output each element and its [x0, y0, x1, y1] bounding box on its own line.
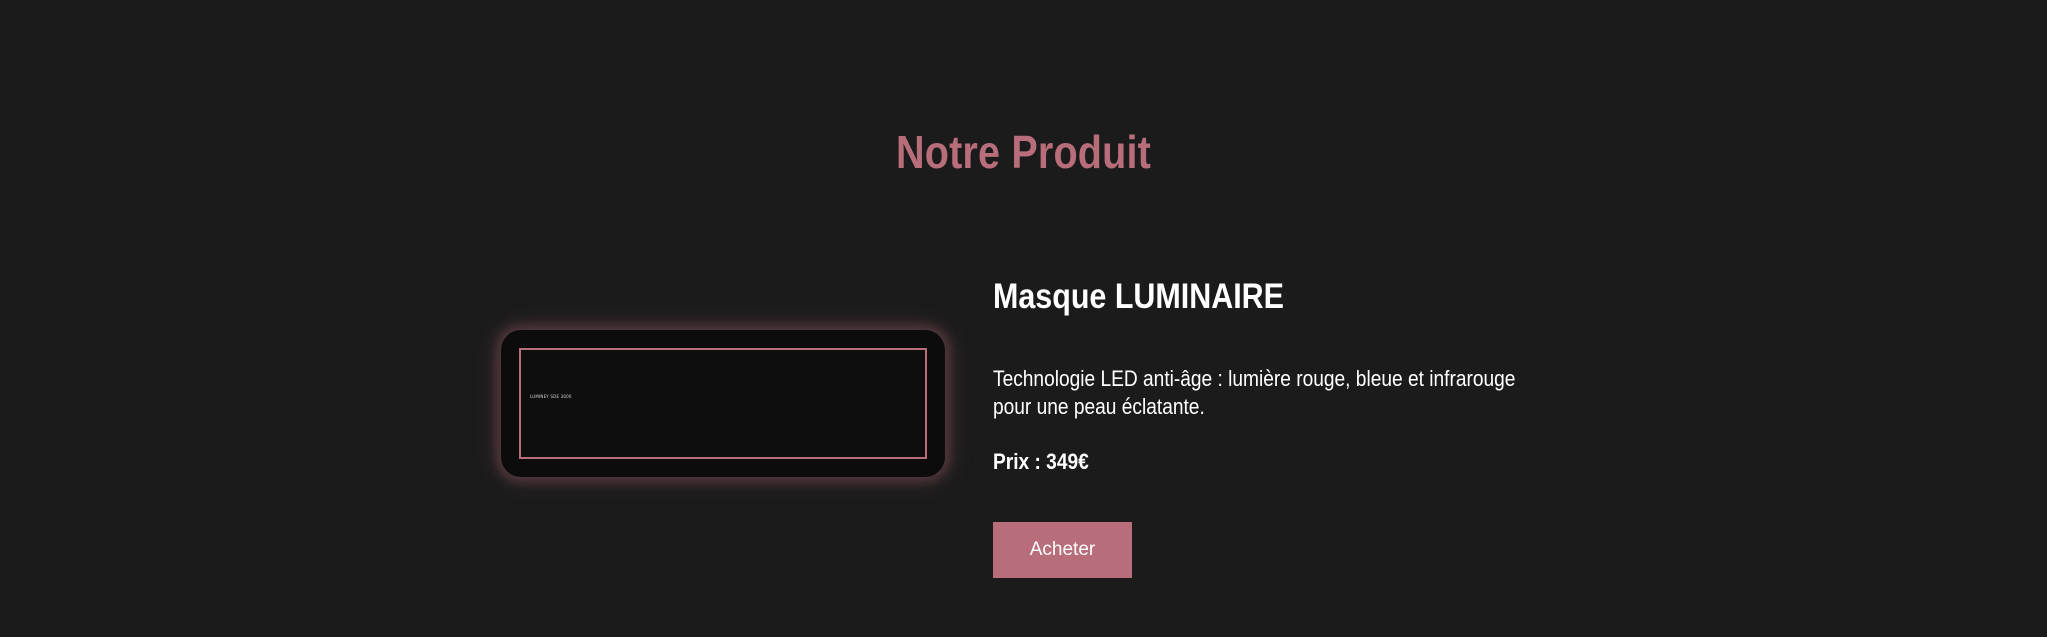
product-name: Masque LUMINAIRE: [993, 277, 1284, 316]
product-image: LUMINEY SDE 3000: [519, 348, 927, 459]
product-price: Prix : 349€: [993, 449, 1089, 474]
product-image-card: LUMINEY SDE 3000: [501, 330, 945, 477]
product-image-caption: LUMINEY SDE 3000: [530, 394, 572, 399]
buy-button[interactable]: Acheter: [993, 522, 1132, 578]
section-title: Notre Produit: [896, 126, 1151, 178]
product-info: Masque LUMINAIRE Technologie LED anti-âg…: [993, 272, 1583, 474]
product-description: Technologie LED anti-âge : lumière rouge…: [993, 366, 1516, 419]
